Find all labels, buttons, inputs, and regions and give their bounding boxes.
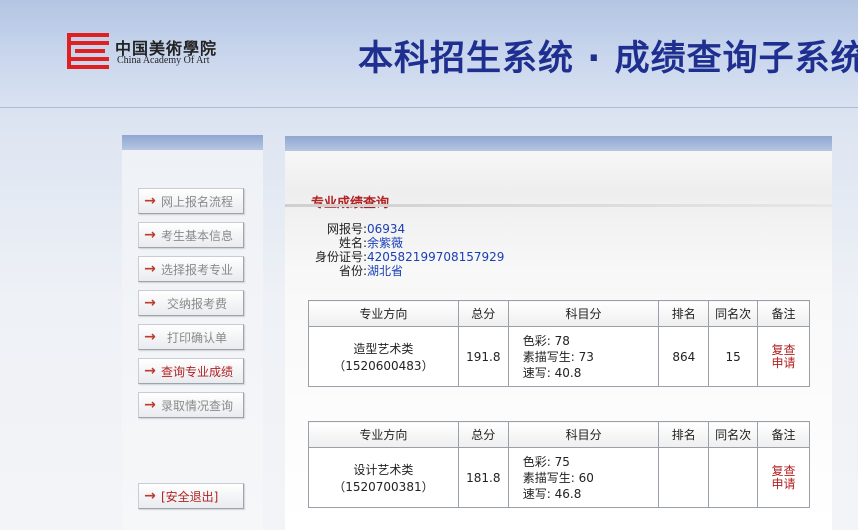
header-same-rank: 同名次 (708, 421, 759, 448)
candidate-info: 网报号: 06934 姓名: 余紫薇 身份证号: 420582199708157… (303, 222, 504, 278)
subject-score: 色彩: 78 (522, 333, 570, 348)
logo-english-text: China Academy Of Art (117, 55, 210, 66)
info-row-reg-no: 网报号: 06934 (303, 222, 504, 236)
info-row-name: 姓名: 余紫薇 (303, 236, 504, 250)
recheck-apply-link[interactable]: 复查 申请 (758, 463, 809, 491)
arrow-right-icon: → (144, 329, 156, 345)
arrow-right-icon: → (144, 363, 156, 379)
main-header-bar (285, 136, 832, 151)
arrow-right-icon: → (144, 193, 156, 209)
total-cell: 181.8 (457, 447, 509, 508)
logout-button[interactable]: → [安全退出] (138, 483, 244, 509)
sidebar-item-label: 网上报名流程 (161, 194, 234, 209)
same-rank-cell: 15 (708, 326, 759, 387)
header-subjects: 科目分 (507, 300, 660, 327)
recheck-link-line-2: 申请 (771, 476, 796, 491)
recheck-link-line-1: 复查 (771, 342, 796, 357)
reg-no-value: 06934 (367, 222, 406, 236)
sidebar-item-label: 交纳报考费 (167, 296, 228, 311)
subject-score: 色彩: 75 (522, 454, 570, 469)
sidebar-item-candidate-info[interactable]: → 考生基本信息 (138, 222, 244, 248)
name-label: 姓名: (338, 236, 367, 250)
subjects-cell: 色彩: 78 素描写生: 73 速写: 40.8 (507, 326, 660, 387)
direction-name: 造型艺术类 (353, 341, 414, 356)
total-cell: 191.8 (457, 326, 509, 387)
sidebar-item-select-major[interactable]: → 选择报考专业 (138, 256, 244, 282)
score-table: 专业方向 总分 科目分 排名 同名次 备注 造型艺术类 （1520600483）… (308, 300, 810, 387)
sidebar-item-print-confirmation[interactable]: → 打印确认单 (138, 324, 244, 350)
direction-cell: 造型艺术类 （1520600483） (308, 326, 459, 387)
header-subjects: 科目分 (507, 421, 660, 448)
section-title: 专业成绩查询 (311, 192, 389, 211)
id-value: 420582199708157929 (367, 250, 505, 264)
score-table: 专业方向 总分 科目分 排名 同名次 备注 设计艺术类 （1520700381）… (308, 421, 810, 508)
rank-cell (658, 447, 710, 508)
subject-score: 速写: 40.8 (522, 365, 582, 380)
subjects-cell: 色彩: 75 素描写生: 60 速写: 46.8 (507, 447, 660, 508)
province-label: 省份: (338, 264, 367, 278)
sidebar-item-admission-query[interactable]: → 录取情况查询 (138, 392, 244, 418)
sidebar-item-label: 打印确认单 (167, 330, 228, 345)
recheck-link-line-1: 复查 (771, 463, 796, 478)
sidebar-header-bar (122, 135, 263, 150)
header-note: 备注 (757, 300, 810, 327)
direction-code: （1520600483） (333, 358, 434, 373)
province-value: 湖北省 (367, 264, 404, 278)
table-row: 造型艺术类 （1520600483） 191.8 色彩: 78 素描写生: 73… (308, 326, 810, 387)
school-logo: 中国美術學院 China Academy Of Art (67, 33, 227, 73)
section-divider (285, 204, 832, 207)
arrow-right-icon: → (144, 227, 156, 243)
sidebar-item-pay-fee[interactable]: → 交纳报考费 (138, 290, 244, 316)
same-rank-cell (708, 447, 759, 508)
sidebar-item-label: 查询专业成绩 (161, 364, 234, 379)
table-header-row: 专业方向 总分 科目分 排名 同名次 备注 (308, 300, 810, 327)
page-header: 中国美術學院 China Academy Of Art 本科招生系统 · 成绩查… (0, 0, 858, 108)
sidebar-item-registration-process[interactable]: → 网上报名流程 (138, 188, 244, 214)
system-title: 本科招生系统 · 成绩查询子系统 (358, 39, 858, 79)
header-total: 总分 (457, 300, 509, 327)
table-row: 设计艺术类 （1520700381） 181.8 色彩: 75 素描写生: 60… (308, 447, 810, 508)
reg-no-label: 网报号: (326, 222, 367, 236)
header-rank: 排名 (658, 300, 710, 327)
logout-label: [安全退出] (161, 489, 219, 504)
note-cell: 复查 申请 (757, 447, 810, 508)
header-rank: 排名 (658, 421, 710, 448)
recheck-link-line-2: 申请 (771, 355, 796, 370)
header-total: 总分 (457, 421, 509, 448)
header-direction: 专业方向 (308, 421, 459, 448)
sidebar-item-label: 考生基本信息 (161, 228, 234, 243)
subject-score: 素描写生: 60 (522, 470, 594, 485)
sidebar-item-query-scores[interactable]: → 查询专业成绩 (138, 358, 244, 384)
arrow-right-icon: → (144, 295, 156, 311)
arrow-right-icon: → (144, 261, 156, 277)
rank-cell: 864 (658, 326, 710, 387)
id-label: 身份证号: (314, 250, 367, 264)
logo-mark-icon (67, 33, 109, 69)
note-cell: 复查 申请 (757, 326, 810, 387)
header-same-rank: 同名次 (708, 300, 759, 327)
info-row-province: 省份: 湖北省 (303, 264, 504, 278)
sidebar-item-label: 录取情况查询 (161, 398, 234, 413)
direction-name: 设计艺术类 (353, 462, 414, 477)
info-row-id: 身份证号: 420582199708157929 (303, 250, 504, 264)
subject-score: 素描写生: 73 (522, 349, 594, 364)
sidebar: → 网上报名流程 → 考生基本信息 → 选择报考专业 → 交纳报考费 → 打印确… (122, 135, 263, 530)
arrow-right-icon: → (144, 488, 156, 504)
subject-score: 速写: 46.8 (522, 486, 582, 501)
main-panel: 专业成绩查询 网报号: 06934 姓名: 余紫薇 身份证号: 42058219… (285, 136, 832, 530)
header-note: 备注 (757, 421, 810, 448)
table-header-row: 专业方向 总分 科目分 排名 同名次 备注 (308, 421, 810, 448)
arrow-right-icon: → (144, 397, 156, 413)
header-direction: 专业方向 (308, 300, 459, 327)
name-value: 余紫薇 (367, 236, 404, 250)
direction-code: （1520700381） (333, 479, 434, 494)
recheck-apply-link[interactable]: 复查 申请 (758, 342, 809, 370)
direction-cell: 设计艺术类 （1520700381） (308, 447, 459, 508)
sidebar-item-label: 选择报考专业 (161, 262, 234, 277)
